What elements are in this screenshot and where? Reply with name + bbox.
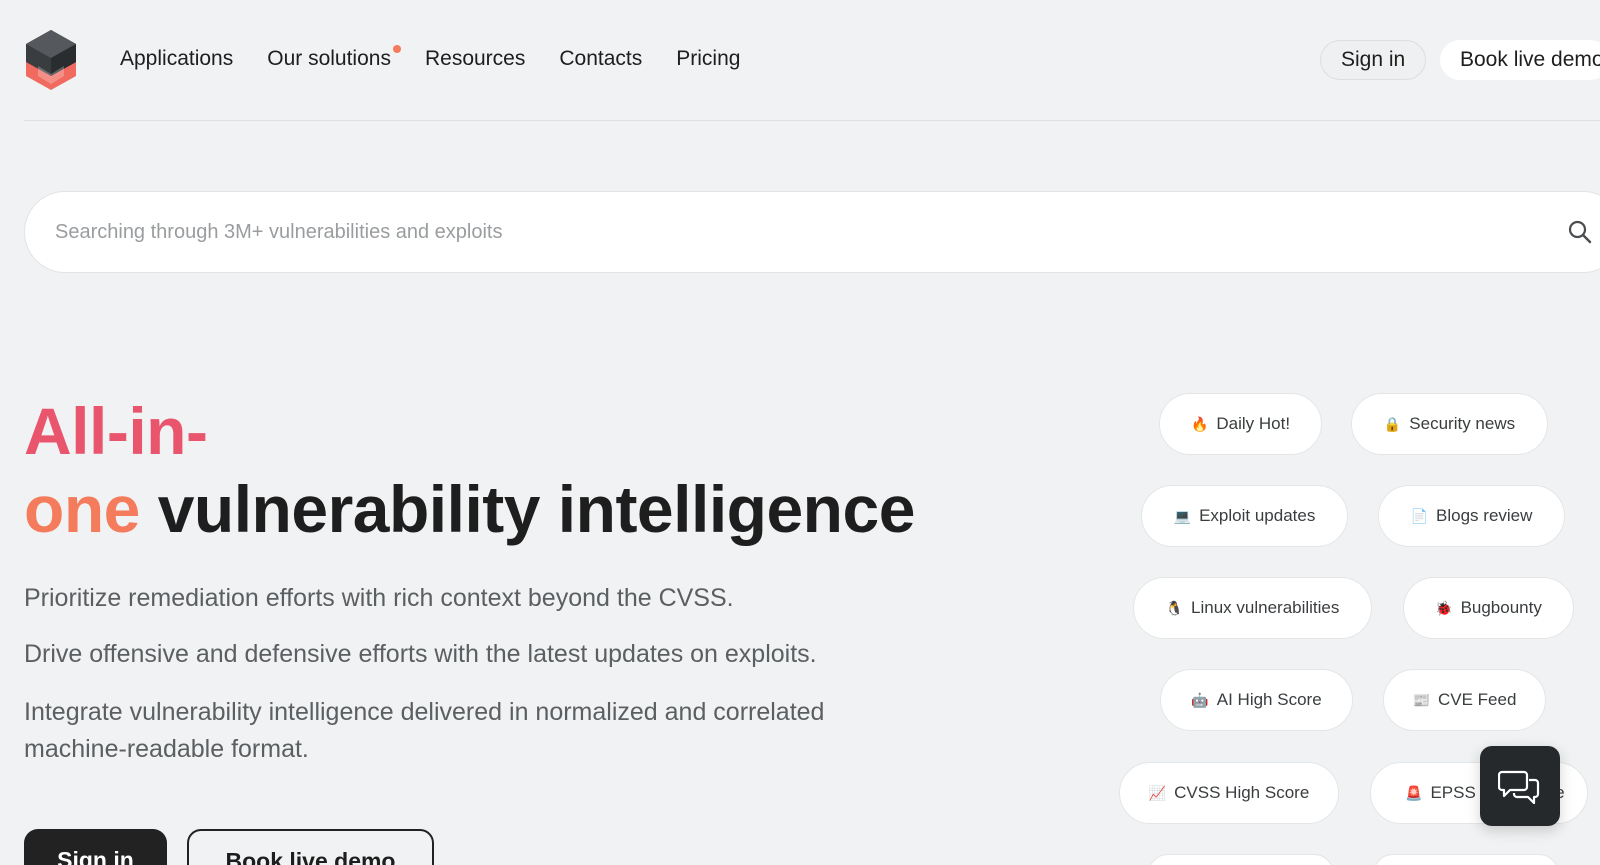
penguin-icon: 🐧	[1165, 600, 1184, 616]
hero-paragraph-3: Integrate vulnerability intelligence del…	[24, 698, 825, 763]
nav-pricing[interactable]: Pricing	[676, 47, 740, 71]
tag-label: AI High Score	[1216, 690, 1322, 709]
logo-icon[interactable]	[24, 29, 78, 91]
hero-title-part3: vulnerability intelligence	[157, 472, 916, 546]
nav-contacts[interactable]: Contacts	[559, 47, 642, 71]
hero-paragraph-2: Drive offensive and defensive efforts wi…	[24, 640, 817, 668]
search-bar	[24, 191, 1600, 273]
tag-linux-vulnerabilities[interactable]: 🐧 Linux vulnerabilities	[1133, 577, 1372, 639]
header-sign-in-button[interactable]: Sign in	[1320, 40, 1427, 80]
tag-label: Exploit updates	[1199, 506, 1316, 525]
tag-daily-hot[interactable]: 🔥 Daily Hot!	[1159, 393, 1322, 455]
tag-label: Bugbounty	[1460, 598, 1542, 617]
search-icon[interactable]	[1567, 219, 1593, 245]
nav-resources[interactable]: Resources	[425, 47, 525, 71]
tag-label: CVSS High Score	[1174, 783, 1310, 802]
tag-label: Security news	[1409, 414, 1516, 433]
tag-label: CVE Feed	[1438, 690, 1517, 709]
tag-cvss-high-score[interactable]: 📈 CVSS High Score	[1119, 762, 1339, 824]
main-nav: Applications Our solutions Resources Con…	[120, 45, 740, 71]
tag-label: Blogs review	[1436, 506, 1533, 525]
tag-label: Linux vulnerabilities	[1191, 598, 1340, 617]
hero-paragraph-1: Prioritize remediation efforts with rich…	[24, 584, 734, 612]
chat-widget-button[interactable]	[1480, 746, 1560, 826]
nav-applications[interactable]: Applications	[120, 47, 233, 71]
hero-book-demo-button[interactable]: Book live demo	[187, 829, 434, 865]
tag-partial	[1148, 854, 1334, 865]
hero-title-part2: one	[24, 472, 140, 546]
newspaper-icon: 📰	[1412, 692, 1430, 708]
tag-bugbounty[interactable]: 🐞 Bugbounty	[1403, 577, 1574, 639]
tag-cve-feed[interactable]: 📰 CVE Feed	[1383, 669, 1546, 731]
search-input[interactable]	[55, 192, 1455, 272]
hero-sign-in-button[interactable]: Sign in	[24, 829, 167, 865]
tag-ai-high-score[interactable]: 🤖 AI High Score	[1160, 669, 1353, 731]
lock-icon: 🔒	[1383, 416, 1402, 432]
nav-our-solutions-label: Our solutions	[267, 47, 391, 70]
tag-security-news[interactable]: 🔒 Security news	[1351, 393, 1548, 455]
chart-up-icon: 📈	[1148, 785, 1167, 801]
tag-partial	[1373, 854, 1559, 865]
laptop-icon: 💻	[1173, 508, 1192, 524]
header-book-demo-button[interactable]: Book live demo	[1440, 40, 1600, 80]
tag-blogs-review[interactable]: 📄 Blogs review	[1378, 485, 1565, 547]
hero-title-part1: All-in-	[24, 394, 208, 468]
fire-icon: 🔥	[1190, 416, 1209, 432]
nav-our-solutions[interactable]: Our solutions	[267, 45, 401, 71]
header-divider	[24, 120, 1600, 121]
bug-icon: 🐞	[1435, 600, 1453, 616]
robot-icon: 🤖	[1191, 692, 1209, 708]
siren-icon: 🚨	[1405, 785, 1423, 801]
notification-dot	[392, 45, 401, 53]
document-icon: 📄	[1410, 508, 1429, 524]
chat-bubbles-icon	[1498, 770, 1540, 805]
tag-exploit-updates[interactable]: 💻 Exploit updates	[1141, 485, 1348, 547]
tag-label: Daily Hot!	[1216, 414, 1291, 433]
hero-title: All-in- one vulnerability intelligence	[24, 392, 984, 548]
